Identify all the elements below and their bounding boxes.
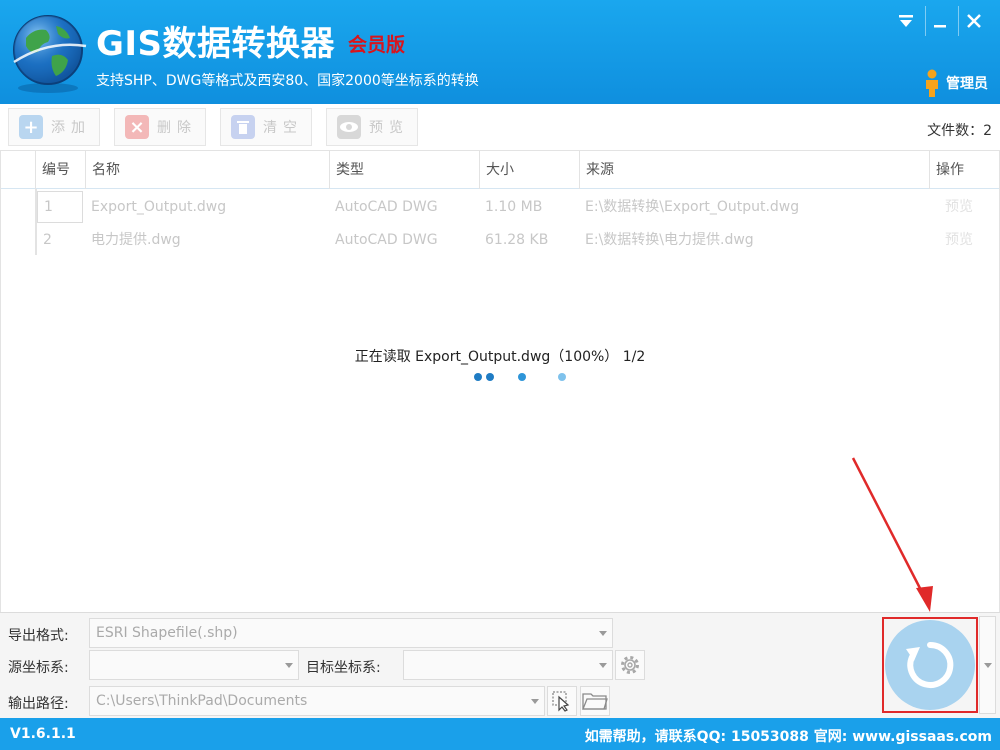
- trash-icon: [231, 115, 255, 139]
- delete-icon: ×: [125, 115, 149, 139]
- app-title: GIS数据转换器: [96, 24, 336, 64]
- help-contact[interactable]: 如需帮助，请联系QQ: 15053088 官网: www.gissaas.com: [585, 726, 992, 746]
- loading-dot: [486, 373, 494, 381]
- export-format-value: ESRI Shapefile(.shp): [96, 625, 238, 641]
- chevron-down-icon: [531, 699, 539, 704]
- version-label: V1.6.1.1: [10, 726, 76, 742]
- column-header-type[interactable]: 类型: [329, 151, 479, 189]
- cell-type: AutoCAD DWG: [335, 232, 438, 248]
- status-bar: V1.6.1.1 如需帮助，请联系QQ: 15053088 官网: www.gi…: [0, 718, 1000, 750]
- user-icon: [926, 69, 938, 97]
- minimize-icon: [934, 25, 946, 28]
- target-crs-select[interactable]: [403, 650, 613, 680]
- clear-button[interactable]: 清空: [220, 108, 312, 146]
- run-button-circle: [885, 620, 975, 710]
- output-path-label: 输出路径:: [8, 696, 69, 712]
- title-bar: GIS数据转换器 会员版 支持SHP、DWG等格式及西安80、国家2000等坐标…: [0, 0, 1000, 104]
- delete-button[interactable]: × 删除: [114, 108, 206, 146]
- menu-chevron-icon: [899, 15, 913, 27]
- chevron-down-icon: [599, 663, 607, 668]
- loading-dot: [558, 373, 566, 381]
- export-format-select[interactable]: ESRI Shapefile(.shp): [89, 618, 613, 648]
- loading-dot: [518, 373, 526, 381]
- table-row[interactable]: 2 电力提供.dwg AutoCAD DWG 61.28 KB E:\数据转换\…: [1, 224, 999, 256]
- start-conversion-button[interactable]: [882, 617, 978, 713]
- menu-dropdown-button[interactable]: [894, 8, 918, 34]
- cell-source: E:\数据转换\电力提供.dwg: [585, 232, 754, 248]
- file-table: 编号 名称 类型 大小 来源 操作 1 Export_Output.dwg Au…: [0, 150, 1000, 612]
- cell-id: 1: [37, 191, 83, 223]
- chevron-down-icon: [599, 631, 607, 636]
- column-header-name[interactable]: 名称: [85, 151, 329, 189]
- column-header-action[interactable]: 操作: [929, 151, 999, 189]
- app-subtitle: 支持SHP、DWG等格式及西安80、国家2000等坐标系的转换: [96, 73, 479, 89]
- delete-button-label: 删除: [157, 120, 197, 136]
- crs-settings-button[interactable]: [615, 650, 645, 680]
- title-separator: [958, 6, 959, 36]
- chevron-down-icon: [285, 663, 293, 668]
- user-name: 管理员: [946, 76, 988, 92]
- add-button[interactable]: + 添加: [8, 108, 100, 146]
- export-format-label: 导出格式:: [8, 628, 69, 644]
- close-icon: [967, 14, 981, 28]
- table-row[interactable]: 1 Export_Output.dwg AutoCAD DWG 1.10 MB …: [1, 191, 999, 223]
- preview-button-label: 预览: [369, 120, 409, 136]
- chevron-down-icon: [984, 663, 992, 668]
- cursor-select-icon: [552, 691, 570, 712]
- plus-icon: +: [19, 115, 43, 139]
- output-path-value: C:\Users\ThinkPad\Documents: [96, 693, 308, 709]
- refresh-icon: [906, 641, 954, 688]
- edition-badge: 会员版: [348, 34, 406, 56]
- preview-link[interactable]: 预览: [939, 191, 999, 223]
- cell-name: Export_Output.dwg: [91, 199, 227, 215]
- output-path-select[interactable]: C:\Users\ThinkPad\Documents: [89, 686, 545, 716]
- user-account[interactable]: 管理员: [924, 68, 988, 98]
- globe-icon: [13, 15, 87, 93]
- add-button-label: 添加: [51, 120, 91, 136]
- source-crs-label: 源坐标系:: [8, 660, 69, 676]
- file-count: 文件数：2: [927, 123, 992, 139]
- cell-source: E:\数据转换\Export_Output.dwg: [585, 199, 800, 215]
- eye-icon: [337, 115, 361, 139]
- clear-button-label: 清空: [263, 120, 303, 136]
- minimize-button[interactable]: [928, 8, 952, 34]
- preview-button[interactable]: 预览: [326, 108, 418, 146]
- close-button[interactable]: [962, 8, 986, 34]
- cell-size: 1.10 MB: [485, 199, 543, 215]
- loading-message: 正在读取 Export_Output.dwg（100%） 1/2: [354, 349, 646, 365]
- target-crs-label: 目标坐标系:: [306, 660, 381, 676]
- cell-size: 61.28 KB: [485, 232, 549, 248]
- source-crs-select[interactable]: [89, 650, 299, 680]
- column-header-size[interactable]: 大小: [479, 151, 579, 189]
- cell-name: 电力提供.dwg: [91, 232, 181, 248]
- pick-path-button[interactable]: [547, 686, 577, 716]
- run-options-dropdown[interactable]: [979, 616, 996, 714]
- preview-link[interactable]: 预览: [939, 224, 999, 256]
- column-header-source[interactable]: 来源: [579, 151, 929, 189]
- loading-dot: [474, 373, 482, 381]
- title-separator: [925, 6, 926, 36]
- toolbar: + 添加 × 删除 清空 预览 文件数：2: [0, 104, 1000, 150]
- column-header-id[interactable]: 编号: [35, 151, 85, 189]
- folder-icon: [582, 693, 608, 710]
- table-header: 编号 名称 类型 大小 来源 操作: [1, 151, 999, 189]
- browse-folder-button[interactable]: [580, 686, 610, 716]
- cell-id: 2: [43, 232, 52, 248]
- gear-icon: [621, 656, 639, 674]
- cell-type: AutoCAD DWG: [335, 199, 438, 215]
